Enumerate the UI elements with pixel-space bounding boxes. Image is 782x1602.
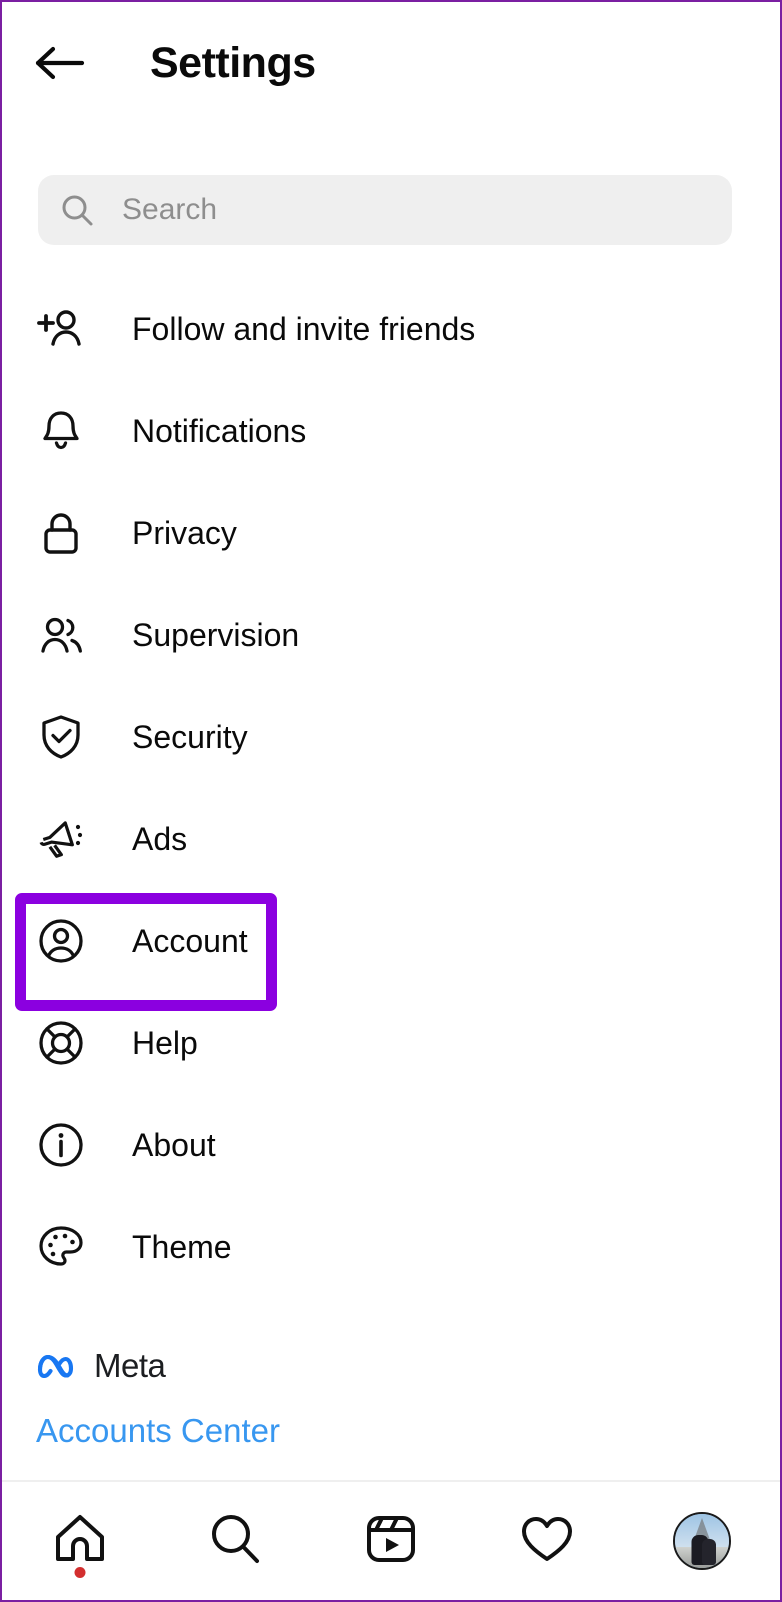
person-add-icon: [30, 304, 92, 354]
search-input[interactable]: [122, 193, 682, 227]
bell-icon: [30, 406, 92, 456]
menu-item-label: Theme: [132, 1228, 232, 1265]
meta-infinity-logo-icon: [36, 1350, 82, 1383]
menu-item-notifications[interactable]: Notifications: [2, 380, 780, 482]
account-circle-icon: [30, 916, 92, 966]
profile-avatar-icon: [673, 1512, 732, 1570]
menu-item-label: Security: [132, 718, 248, 755]
info-circle-icon: [30, 1120, 92, 1170]
menu-item-label: Notifications: [132, 412, 307, 449]
menu-item-account[interactable]: Account: [2, 890, 780, 1011]
menu-item-label: About: [132, 1126, 216, 1163]
menu-item-follow-and-invite-friends[interactable]: Follow and invite friends: [2, 278, 780, 380]
menu-item-ads[interactable]: Ads: [2, 788, 780, 890]
header-bar: Settings: [2, 2, 780, 124]
search-icon: [60, 193, 94, 227]
nav-home[interactable]: [2, 1482, 158, 1600]
heart-icon: [518, 1510, 576, 1573]
menu-item-label: Supervision: [132, 616, 300, 653]
shield-check-icon: [30, 712, 92, 762]
lock-icon: [30, 508, 92, 558]
accounts-center-link[interactable]: Accounts Center: [36, 1412, 536, 1450]
menu-item-theme[interactable]: Theme: [2, 1196, 780, 1298]
settings-menu-list: Follow and invite friends Notifications …: [2, 278, 780, 1298]
menu-item-about[interactable]: About: [2, 1094, 780, 1196]
nav-likes[interactable]: [469, 1482, 625, 1600]
menu-item-label: Follow and invite friends: [132, 310, 476, 347]
back-arrow-icon[interactable]: [30, 33, 90, 93]
nav-profile[interactable]: [624, 1482, 780, 1600]
page-title: Settings: [150, 38, 316, 87]
nav-search[interactable]: [158, 1482, 314, 1600]
search-bar[interactable]: [38, 175, 732, 245]
reels-icon: [362, 1510, 420, 1573]
bottom-navigation-bar: [2, 1480, 780, 1600]
menu-item-supervision[interactable]: Supervision: [2, 584, 780, 686]
menu-item-label: Help: [132, 1024, 198, 1061]
menu-item-help[interactable]: Help: [2, 992, 780, 1094]
meta-branding-block: Meta Accounts Center: [36, 1342, 536, 1450]
menu-item-privacy[interactable]: Privacy: [2, 482, 780, 584]
meta-logo-row: Meta: [36, 1342, 536, 1390]
megaphone-icon: [30, 814, 92, 864]
people-icon: [30, 610, 92, 660]
menu-item-security[interactable]: Security: [2, 686, 780, 788]
menu-item-label: Ads: [132, 820, 188, 857]
life-ring-icon: [30, 1018, 92, 1068]
palette-icon: [30, 1222, 92, 1272]
home-icon: [51, 1510, 109, 1573]
instagram-settings-screen: Settings Follow and invite friends: [0, 0, 782, 1602]
meta-brand-name: Meta: [94, 1347, 166, 1384]
menu-item-label: Privacy: [132, 514, 237, 551]
home-notification-badge: [74, 1567, 86, 1578]
nav-reels[interactable]: [313, 1482, 469, 1600]
search-icon: [206, 1510, 264, 1573]
menu-item-label: Account: [132, 922, 248, 959]
